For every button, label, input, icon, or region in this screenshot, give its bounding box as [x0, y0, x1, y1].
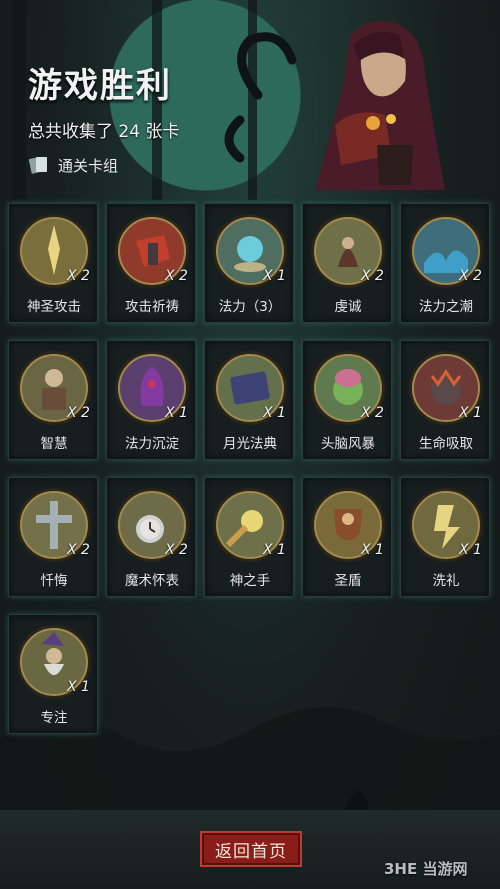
card-count: X 2 — [67, 268, 90, 284]
card-tile[interactable]: X 1 神之手 — [204, 477, 294, 597]
card-name: 生命吸取 — [419, 436, 473, 452]
card-tile[interactable]: X 2 虔诚 — [302, 203, 392, 323]
completed-deck-link[interactable]: 通关卡组 — [28, 152, 118, 178]
card-name: 忏悔 — [40, 573, 68, 589]
card-count: X 2 — [459, 268, 482, 284]
card-count: X 2 — [165, 542, 188, 558]
card-count: X 1 — [361, 542, 384, 558]
card-name: 虔诚 — [334, 299, 362, 315]
card-count: X 1 — [263, 405, 286, 421]
card-tile[interactable]: X 2 法力之潮 — [400, 203, 490, 323]
site-watermark: 3HE 当游网 — [384, 860, 468, 878]
card-tile[interactable]: X 1 圣盾 — [302, 477, 392, 597]
card-tile[interactable]: X 2 攻击祈祷 — [106, 203, 196, 323]
card-tile[interactable]: X 2 头脑风暴 — [302, 340, 392, 460]
card-name: 魔术怀表 — [125, 573, 179, 589]
card-count: X 2 — [67, 542, 90, 558]
card-deck-icon — [28, 157, 47, 174]
card-tile[interactable]: X 1 法力沉淀 — [106, 340, 196, 460]
card-count: X 1 — [67, 679, 90, 695]
card-count: X 2 — [361, 268, 384, 284]
card-name: 智慧 — [40, 436, 68, 452]
card-name: 月光法典 — [223, 436, 277, 452]
card-tile[interactable]: X 1 生命吸取 — [400, 340, 490, 460]
hooded-hero-portrait — [315, 20, 445, 190]
victory-title: 游戏胜利 — [28, 66, 172, 106]
card-grid: X 2 神圣攻击 X 2 攻击祈祷 X 1 法力（3） X 2 虔诚 X 2 法力之潮 X 2 智慧 X… — [8, 203, 492, 734]
card-name: 法力（3） — [218, 299, 282, 315]
card-name: 法力之潮 — [419, 299, 473, 315]
card-count: X 1 — [165, 405, 188, 421]
card-count: X 1 — [263, 268, 286, 284]
card-name: 圣盾 — [334, 573, 362, 589]
card-count: X 1 — [459, 405, 482, 421]
card-tile[interactable]: X 2 神圣攻击 — [8, 203, 98, 323]
back-to-home-button[interactable]: 返回首页 — [200, 831, 302, 867]
card-tile[interactable]: X 2 魔术怀表 — [106, 477, 196, 597]
card-name: 法力沉淀 — [125, 436, 179, 452]
card-tile[interactable]: X 1 法力（3） — [204, 203, 294, 323]
card-name: 头脑风暴 — [321, 436, 375, 452]
card-tile[interactable]: X 1 专注 — [8, 614, 98, 734]
card-count: X 2 — [361, 405, 384, 421]
card-name: 专注 — [40, 710, 68, 726]
card-tile[interactable]: X 2 忏悔 — [8, 477, 98, 597]
card-name: 神之手 — [229, 573, 271, 589]
card-tile[interactable]: X 1 月光法典 — [204, 340, 294, 460]
card-count: X 1 — [263, 542, 286, 558]
deck-label: 通关卡组 — [58, 156, 119, 175]
card-name: 神圣攻击 — [27, 299, 81, 315]
card-tile[interactable]: X 2 智慧 — [8, 340, 98, 460]
card-count: X 1 — [459, 542, 482, 558]
card-count: X 2 — [67, 405, 90, 421]
card-name: 攻击祈祷 — [125, 299, 179, 315]
card-tile[interactable]: X 1 洗礼 — [400, 477, 490, 597]
card-count: X 2 — [165, 268, 188, 284]
card-name: 洗礼 — [432, 573, 460, 589]
cards-collected-summary: 总共收集了 24 张卡 — [28, 122, 180, 142]
